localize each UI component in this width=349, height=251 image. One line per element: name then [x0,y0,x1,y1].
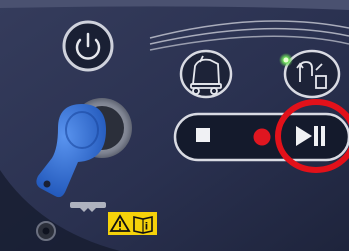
record-button[interactable] [253,128,271,146]
record-icon [253,128,271,146]
warning-label: i [108,212,157,235]
tool-mode-button[interactable] [283,49,341,99]
power-button[interactable] [62,20,114,72]
manual-glyph: i [145,222,148,233]
stop-icon [196,128,210,142]
power-led [279,53,293,67]
stop-button[interactable] [196,128,210,142]
photo-canvas: i [0,0,349,251]
control-panel-photo: i [0,0,349,251]
screw [36,221,56,241]
cleaning-mode-button[interactable] [179,49,233,99]
